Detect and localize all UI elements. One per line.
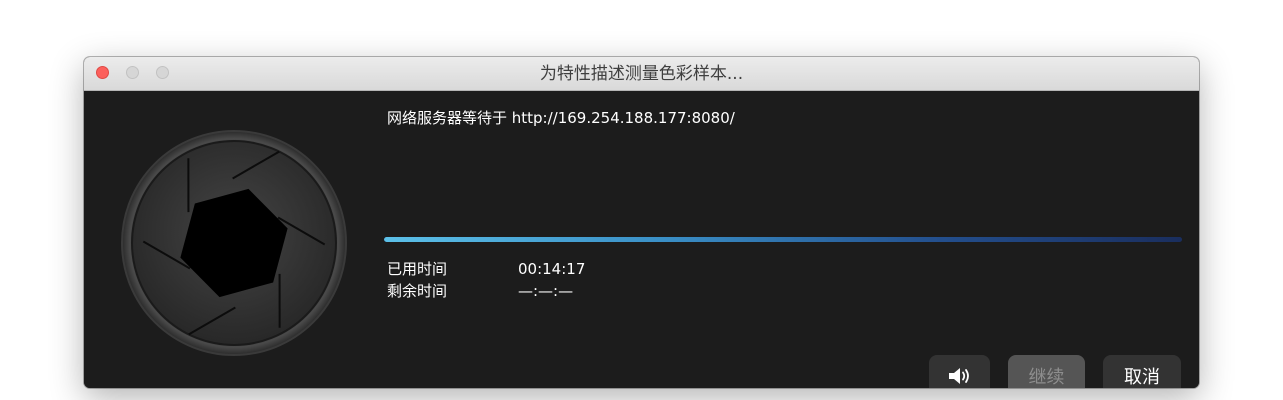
remaining-time-value: —:—:—: [518, 282, 574, 300]
progress-bar: [384, 237, 1182, 242]
continue-button[interactable]: 继续: [1008, 355, 1085, 388]
progress-fill: [384, 237, 1182, 242]
cancel-button[interactable]: 取消: [1103, 355, 1181, 388]
remaining-time-label: 剩余时间: [387, 282, 448, 300]
elapsed-time-label: 已用时间: [387, 260, 448, 278]
elapsed-time-value: 00:14:17: [518, 260, 586, 278]
title-bar: 为特性描述测量色彩样本...: [84, 57, 1199, 91]
speaker-volume-icon: [948, 368, 969, 384]
dialog-content: 网络服务器等待于 http://169.254.188.177:8080/ 已用…: [84, 91, 1199, 388]
server-status-text: 网络服务器等待于 http://169.254.188.177:8080/: [387, 109, 735, 127]
dialog-window: 为特性描述测量色彩样本... 网络服务器等待于 http://169.254.1…: [84, 57, 1199, 388]
window-title: 为特性描述测量色彩样本...: [539, 64, 744, 84]
camera-aperture-icon: [121, 130, 347, 356]
sound-button[interactable]: [929, 355, 990, 388]
